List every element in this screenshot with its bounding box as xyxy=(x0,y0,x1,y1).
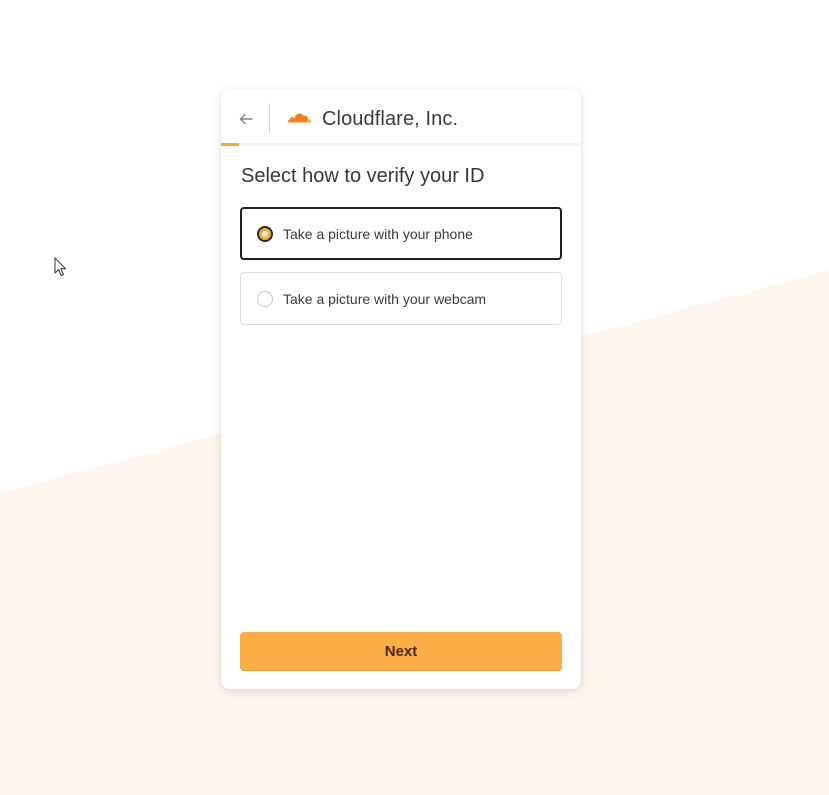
radio-webcam[interactable] xyxy=(257,290,273,307)
back-button[interactable] xyxy=(237,110,255,128)
mouse-cursor-icon xyxy=(54,257,66,276)
option-phone[interactable]: Take a picture with your phone xyxy=(240,207,562,260)
cloudflare-cloud-icon xyxy=(287,113,312,124)
header-divider xyxy=(269,103,270,133)
verification-card: Cloudflare, Inc. Select how to verify yo… xyxy=(221,90,581,689)
card-header: Cloudflare, Inc. xyxy=(221,90,581,146)
option-webcam-label: Take a picture with your webcam xyxy=(283,290,487,307)
option-phone-label: Take a picture with your phone xyxy=(283,225,473,242)
progress-bar xyxy=(221,143,239,146)
next-button[interactable]: Next xyxy=(240,632,562,670)
option-webcam[interactable]: Take a picture with your webcam xyxy=(240,272,562,325)
radio-phone[interactable] xyxy=(257,225,273,242)
page-title: Select how to verify your ID xyxy=(241,165,485,187)
arrow-left-icon xyxy=(239,113,253,125)
company-name: Cloudflare, Inc. xyxy=(322,108,459,130)
